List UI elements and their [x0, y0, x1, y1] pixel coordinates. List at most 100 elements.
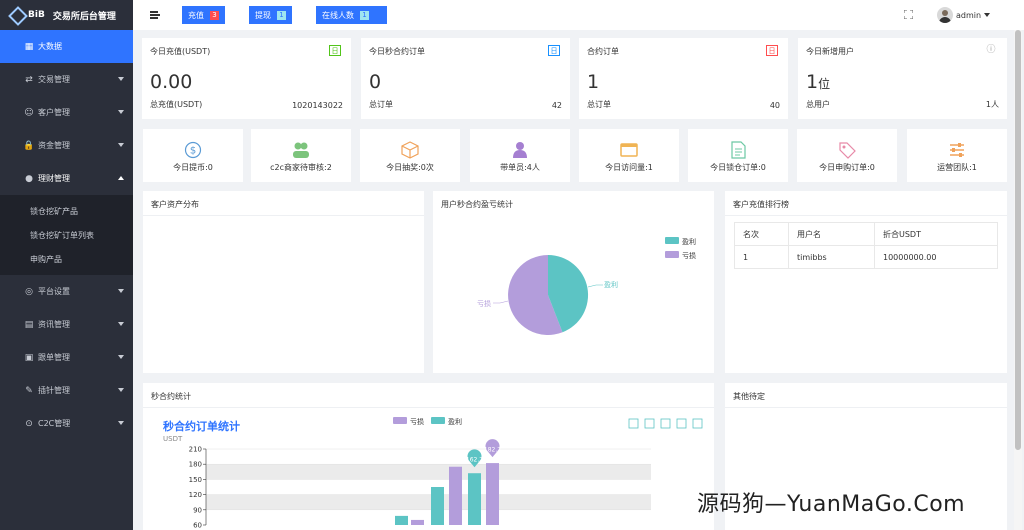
mini-stat-card[interactable]: 带单员:4人: [470, 129, 570, 182]
sidebar-item-7[interactable]: ▣ 跟单管理: [0, 341, 133, 374]
sidebar-item-label: C2C管理: [38, 419, 71, 428]
dollar-icon: $: [184, 141, 202, 159]
logo-text: BiB: [28, 10, 45, 20]
sidebar-item-label: 交易管理: [38, 75, 70, 84]
sidebar: BiB 交易所后台管理 ▦ 大数据 ⇄ 交易管理 ☺ 客户管理 🔒 资金管理 ● 理财管理 锁仓挖矿…: [0, 0, 133, 530]
mini-stat-card[interactable]: $ 今日提币:0: [143, 129, 243, 182]
sidebar-item-label: 资金管理: [38, 141, 70, 150]
chevron-down-icon: [118, 289, 124, 293]
online-count-badge: 1: [360, 10, 369, 20]
withdraw-button[interactable]: 提现 1: [249, 6, 292, 24]
mini-stat-label: 今日访问量:1: [605, 163, 653, 172]
username: admin: [956, 10, 982, 20]
sidebar-item-9[interactable]: ⊙ C2C管理: [0, 407, 133, 440]
stat-card: 今日新增用户 ⓘ 1位 总用户 1人: [798, 38, 1007, 119]
users-icon: ☺: [24, 107, 34, 118]
stat-foot-label: 总用户: [806, 100, 830, 109]
y-tick-label: 180: [189, 461, 202, 469]
document-icon: ▣: [24, 352, 34, 363]
sidebar-item-8[interactable]: ✎ 插针管理: [0, 374, 133, 407]
mini-stat-label: 今日提币:0: [173, 163, 213, 172]
menu-toggle-icon[interactable]: [150, 11, 160, 19]
recharge-count-badge: 3: [210, 10, 219, 20]
mini-stat-label: 今日申购订单:0: [819, 163, 875, 172]
pnl-panel: 用户秒合约盈亏统计 盈利 亏损 盈利 亏损: [433, 191, 714, 373]
table-row: 1 timibbs 10000000.00: [734, 245, 998, 269]
pie-label-loss: 亏损: [477, 299, 491, 308]
stat-foot-value: 40: [769, 101, 780, 110]
table-cell: 1: [734, 245, 789, 269]
refresh-tool-icon: [676, 418, 687, 429]
chevron-down-icon: [984, 13, 991, 17]
sidebar-item-4[interactable]: ● 理财管理: [0, 162, 133, 195]
stat-title: 今日秒合约订单: [369, 47, 425, 56]
sidebar-item-0[interactable]: ▦ 大数据: [0, 30, 133, 63]
bar-loss: [449, 466, 462, 525]
table-cell: 10000000.00: [874, 245, 998, 269]
mini-stat-label: c2c商家待审核:2: [270, 163, 332, 172]
y-tick-label: 60: [193, 522, 202, 530]
sidebar-item-5[interactable]: ◎ 平台设置: [0, 275, 133, 308]
pie-legend-profit[interactable]: 盈利: [665, 237, 696, 246]
pie-label-profit: 盈利: [604, 280, 618, 289]
logo-icon: [10, 8, 24, 22]
sidebar-item-2[interactable]: ☺ 客户管理: [0, 96, 133, 129]
legend-swatch-profit: [665, 237, 679, 244]
stat-foot-value: 42: [551, 101, 562, 110]
sidebar-item-3[interactable]: 🔒 资金管理: [0, 129, 133, 162]
stat-tag: ⓘ: [986, 45, 996, 55]
user-menu[interactable]: admin: [937, 7, 991, 23]
y-tick-label: 120: [189, 491, 202, 499]
stat-card: 今日充值(USDT) 日 0.00 总充值(USDT) 1020143022: [142, 38, 351, 119]
line-tool-icon: [644, 418, 655, 429]
mini-stat-card[interactable]: 运营团队:1: [907, 129, 1007, 182]
scrollbar[interactable]: [1014, 30, 1022, 530]
bar-profit: [431, 487, 444, 525]
stat-value: 1: [587, 71, 600, 93]
table-header-row: 名次 用户名 折合USDT: [734, 222, 998, 246]
submenu-item[interactable]: 锁仓挖矿产品: [0, 199, 133, 223]
y-tick-label: 150: [189, 476, 202, 484]
mini-stat-card[interactable]: 今日锁仓订单:0: [688, 129, 788, 182]
fullscreen-icon[interactable]: [904, 10, 913, 19]
sidebar-item-label: 理财管理: [38, 174, 70, 183]
recharge-rank-panel: 客户充值排行榜 名次 用户名 折合USDT 1 timibbs 10000000…: [725, 191, 1007, 373]
submenu-item[interactable]: 锁仓挖矿订单列表: [0, 223, 133, 247]
mini-stat-card[interactable]: c2c商家待审核:2: [251, 129, 351, 182]
submenu-item[interactable]: 申购产品: [0, 247, 133, 271]
news-icon: ▤: [24, 319, 34, 330]
mini-stat-card[interactable]: 今日访问量:1: [579, 129, 679, 182]
tag-icon: [839, 142, 856, 159]
grid-band: [206, 464, 651, 480]
sidebar-item-label: 平台设置: [38, 287, 70, 296]
sidebar-item-6[interactable]: ▤ 资讯管理: [0, 308, 133, 341]
online-users-button[interactable]: 在线人数 1: [316, 6, 387, 24]
sidebar-item-1[interactable]: ⇄ 交易管理: [0, 63, 133, 96]
stat-value: 1位: [806, 71, 831, 93]
recharge-button[interactable]: 充值 3: [182, 6, 225, 24]
chevron-down-icon: [118, 110, 124, 114]
contract-bar-chart: 210 180 150 120 90 60 亏损 盈利 182.2162.2: [189, 417, 703, 530]
mini-stat-card[interactable]: 今日申购订单:0: [797, 129, 897, 182]
value-label: 162.2: [466, 457, 483, 464]
stat-title: 合约订单: [587, 47, 619, 56]
y-tick-label: 90: [193, 506, 202, 514]
table-cell: timibbs: [788, 245, 875, 269]
pie-legend-loss[interactable]: 亏损: [665, 251, 696, 260]
stat-foot-label: 总订单: [587, 100, 611, 109]
contract-stats-panel: 秒合约统计 秒合约订单统计 USDT 210 180 150 120 90 60 亏损 盈利 1…: [143, 383, 714, 530]
col-header: 折合USDT: [874, 222, 998, 246]
stat-value: 0.00: [150, 71, 193, 93]
value-label: 182.2: [484, 447, 501, 454]
withdraw-count-badge: 1: [277, 10, 286, 20]
sidebar-item-label: 资讯管理: [38, 320, 70, 329]
c2c-icon: ⊙: [25, 418, 33, 429]
panel-title: 其他待定: [733, 392, 765, 401]
bar-tool-icon: [660, 418, 671, 429]
chevron-down-icon: [118, 355, 124, 359]
person-icon: [513, 142, 527, 158]
mini-stat-card[interactable]: 今日抽奖:0次: [360, 129, 460, 182]
svg-text:$: $: [190, 146, 196, 157]
stat-tag: 日: [329, 45, 341, 56]
browser-icon: [620, 143, 638, 157]
